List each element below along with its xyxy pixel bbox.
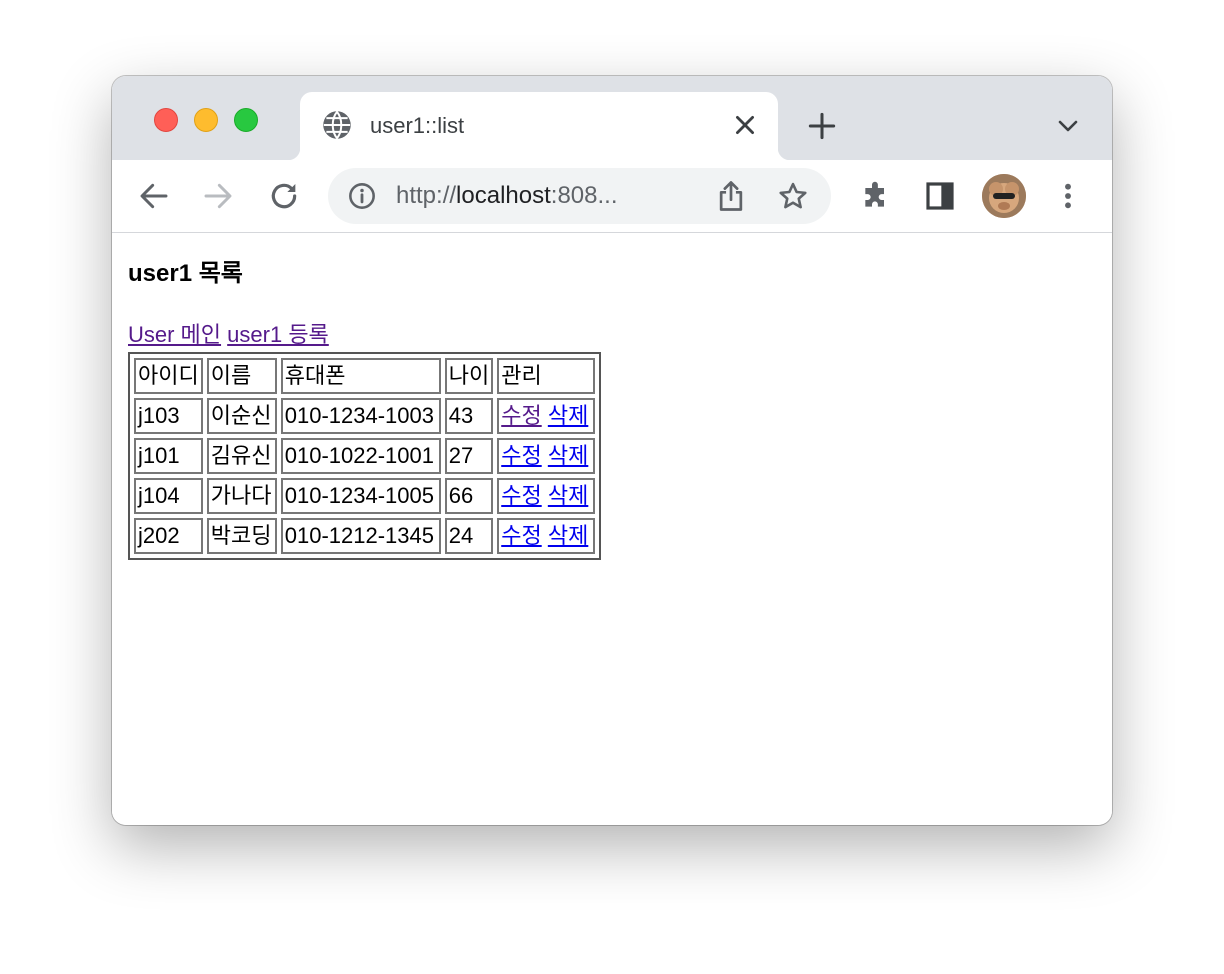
cell-manage: 수정 삭제 — [497, 398, 596, 434]
active-tab[interactable]: user1::list — [288, 92, 790, 160]
url-host: localhost — [456, 182, 551, 209]
edit-link[interactable]: 수정 — [501, 523, 541, 548]
cell-phone: 010-1234-1005 — [280, 478, 441, 514]
url-rest: :808... — [550, 182, 618, 209]
user1-register-link[interactable]: user1 등록 — [227, 322, 329, 347]
header-name: 이름 — [206, 358, 277, 394]
delete-link[interactable]: 삭제 — [548, 443, 588, 468]
browser-toolbar: http://localhost:808... — [112, 160, 1112, 233]
table-row: j202 박코딩 010-1212-1345 24 수정 삭제 — [134, 518, 596, 554]
delete-link[interactable]: 삭제 — [548, 483, 588, 508]
puzzle-icon[interactable] — [860, 180, 892, 212]
delete-link[interactable]: 삭제 — [548, 523, 588, 548]
plus-icon[interactable] — [808, 112, 836, 140]
profile-picture-icon — [982, 174, 1026, 218]
table-row: j104 가나다 010-1234-1005 66 수정 삭제 — [134, 478, 596, 514]
maximize-window-button[interactable] — [234, 108, 258, 132]
table-header-row: 아이디 이름 휴대폰 나이 관리 — [134, 358, 596, 394]
cell-id: j202 — [134, 518, 203, 554]
cell-id: j104 — [134, 478, 203, 514]
cell-manage: 수정 삭제 — [497, 438, 596, 474]
cell-age: 27 — [444, 438, 494, 474]
tab-strip: user1::list — [112, 76, 1112, 160]
back-arrow-icon[interactable] — [138, 180, 170, 212]
cell-name: 박코딩 — [206, 518, 277, 554]
cell-name: 김유신 — [206, 438, 277, 474]
url-scheme: http:// — [396, 182, 457, 209]
header-id: 아이디 — [134, 358, 203, 394]
edit-link[interactable]: 수정 — [501, 443, 541, 468]
delete-link[interactable]: 삭제 — [548, 403, 588, 428]
avatar[interactable] — [982, 174, 1026, 218]
page-title: user1 목록 — [128, 260, 243, 287]
edit-link[interactable]: 수정 — [501, 403, 541, 428]
cell-age: 24 — [444, 518, 494, 554]
star-icon[interactable] — [778, 181, 808, 211]
cell-name: 이순신 — [206, 398, 277, 434]
edit-link[interactable]: 수정 — [501, 483, 541, 508]
table-row: j101 김유신 010-1022-1001 27 수정 삭제 — [134, 438, 596, 474]
user-table: 아이디 이름 휴대폰 나이 관리 j103 이순신 010-1234-1003 … — [128, 352, 602, 560]
browser-window: user1::list http://localhost:808... user… — [112, 76, 1112, 825]
close-icon[interactable] — [732, 112, 758, 138]
info-icon[interactable] — [348, 182, 376, 210]
cell-phone: 010-1234-1003 — [280, 398, 441, 434]
side-panel-icon[interactable] — [924, 180, 956, 212]
close-window-button[interactable] — [154, 108, 178, 132]
table-row: j103 이순신 010-1234-1003 43 수정 삭제 — [134, 398, 596, 434]
minimize-window-button[interactable] — [194, 108, 218, 132]
header-phone: 휴대폰 — [280, 358, 441, 394]
url-text[interactable]: http://localhost:808... — [396, 181, 618, 211]
page-content: user1 목록 User 메인 user1 등록 아이디 이름 휴대폰 나이 … — [112, 233, 1112, 825]
cell-phone: 010-1022-1001 — [280, 438, 441, 474]
header-age: 나이 — [444, 358, 494, 394]
user-main-link[interactable]: User 메인 — [128, 322, 221, 347]
share-icon[interactable] — [716, 180, 746, 212]
cell-phone: 010-1212-1345 — [280, 518, 441, 554]
cell-name: 가나다 — [206, 478, 277, 514]
cell-manage: 수정 삭제 — [497, 478, 596, 514]
tab-title: user1::list — [370, 113, 465, 138]
cell-age: 43 — [444, 398, 494, 434]
globe-icon — [323, 110, 351, 140]
reload-icon[interactable] — [268, 180, 300, 212]
header-manage: 관리 — [497, 358, 596, 394]
cell-manage: 수정 삭제 — [497, 518, 596, 554]
cell-id: j101 — [134, 438, 203, 474]
kebab-menu-icon[interactable] — [1052, 180, 1084, 212]
nav-links: User 메인 user1 등록 — [128, 321, 329, 349]
forward-arrow-icon[interactable] — [202, 180, 234, 212]
cell-age: 66 — [444, 478, 494, 514]
cell-id: j103 — [134, 398, 203, 434]
address-bar[interactable]: http://localhost:808... — [328, 168, 831, 224]
chevron-down-icon[interactable] — [1056, 114, 1080, 138]
